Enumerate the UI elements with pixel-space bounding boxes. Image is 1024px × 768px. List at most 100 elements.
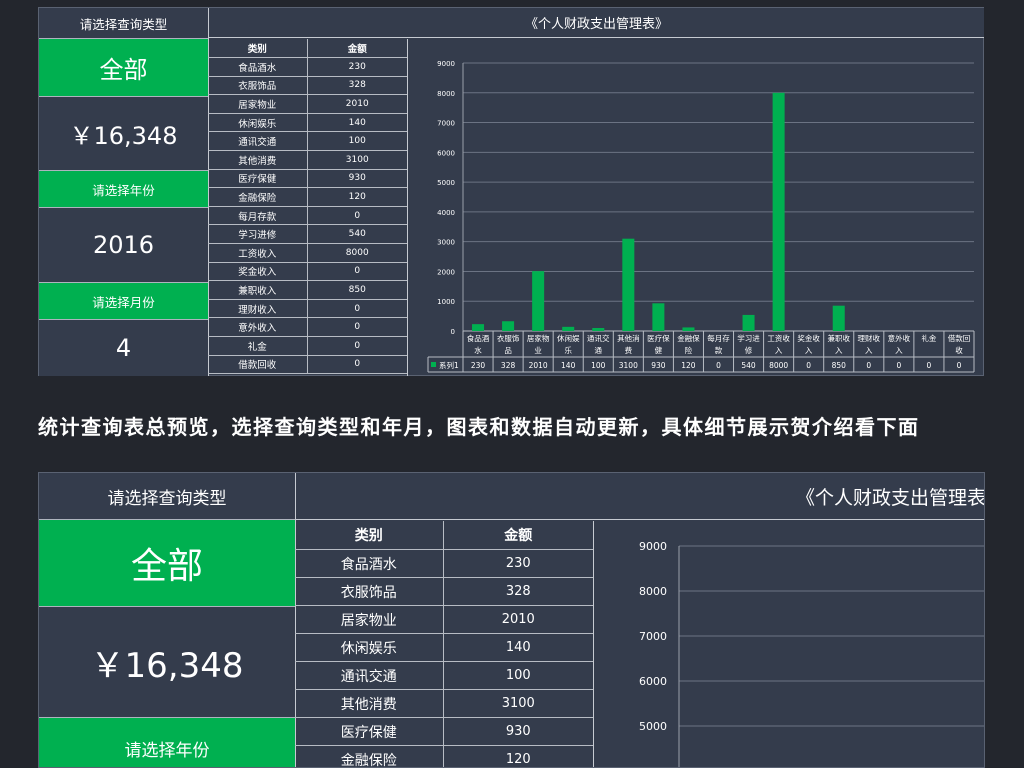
table-row: 通讯交通 100 — [295, 662, 593, 690]
table-row: 居家物业 2010 — [208, 95, 407, 114]
x-tick-label: 入 — [895, 346, 903, 355]
query-type-label: 请选择查询类型 — [39, 8, 208, 39]
table-row: 医疗保健 930 — [208, 169, 407, 189]
data-label: 3100 — [619, 361, 638, 370]
x-tick-label: 健 — [655, 345, 663, 355]
x-tick-label: 礼金 — [921, 333, 936, 343]
x-tick-label: 医疗保 — [647, 333, 670, 343]
header-amount: 金额 — [347, 44, 367, 55]
data-label: 930 — [651, 361, 666, 370]
bar — [682, 327, 695, 331]
x-tick-label: 款 — [715, 345, 723, 355]
x-tick-label: 学习进 — [737, 333, 760, 343]
amount-cell: 140 — [348, 117, 366, 128]
amount-cell: 120 — [505, 752, 531, 767]
category-cell: 理财收入 — [208, 299, 308, 318]
category-cell: 休闲娱乐 — [208, 113, 308, 132]
query-type-select-zoom[interactable]: 全部 — [39, 520, 295, 607]
category-cell: 衣服饰品 — [295, 578, 444, 605]
x-tick-label: 水 — [474, 345, 482, 355]
x-tick-label: 其他消 — [617, 333, 640, 343]
table-header: 类别 金额 — [208, 39, 407, 58]
y-tick-label: 5000 — [437, 179, 455, 187]
category-cell: 其他消费 — [208, 151, 308, 169]
month-select[interactable]: 4 — [39, 320, 208, 376]
amount-cell: 2010 — [345, 98, 369, 109]
x-tick-label: 乐 — [564, 345, 572, 355]
amount-cell: 0 — [354, 266, 361, 277]
table-row: 休闲娱乐 140 — [295, 634, 593, 662]
amount-cell: 100 — [348, 136, 366, 147]
query-type-select[interactable]: 全部 — [39, 39, 208, 97]
table-row: 衣服饰品 328 — [295, 578, 593, 606]
table-row: 学习进修 540 — [208, 225, 407, 244]
amount-cell: 850 — [348, 284, 366, 295]
month-label: 请选择月份 — [39, 283, 208, 320]
bar — [832, 305, 845, 331]
category-cell: 通讯交通 — [208, 132, 308, 150]
data-label: 0 — [806, 361, 811, 370]
x-tick-label: 品 — [504, 346, 512, 355]
data-label: 0 — [927, 361, 932, 370]
data-label: 0 — [957, 361, 962, 370]
data-label: 100 — [591, 361, 606, 370]
bar — [502, 321, 515, 331]
y-tick-label: 9000 — [639, 540, 667, 553]
bar — [772, 92, 785, 332]
header-category-zoom: 类别 — [295, 521, 444, 549]
amount-cell: 3100 — [345, 154, 369, 165]
data-label: 230 — [471, 361, 486, 370]
x-tick-label: 入 — [865, 346, 873, 355]
data-label: 0 — [716, 361, 721, 370]
year-select[interactable]: 2016 — [39, 208, 208, 283]
y-tick-label: 1000 — [437, 298, 455, 306]
category-cell: 借款回收 — [208, 355, 308, 374]
y-tick-label: 0 — [451, 328, 455, 336]
zoomed-dashboard-panel: 请选择查询类型 全部 ￥16,348 请选择年份 《个人财政支出管理表 类别 金… — [38, 472, 985, 768]
category-cell: 休闲娱乐 — [295, 634, 444, 661]
table-row: 休闲娱乐 140 — [208, 113, 407, 133]
category-cell: 金融保险 — [208, 188, 308, 206]
bar-chart-zoom: 9000 8000 7000 6000 5000 — [639, 540, 984, 767]
x-tick-label: 工资收 — [767, 333, 790, 343]
category-cell: 奖金收入 — [208, 262, 308, 281]
amount-cell: 140 — [505, 640, 531, 655]
x-tick-label: 金融保 — [677, 333, 700, 343]
x-tick-label: 入 — [835, 346, 843, 355]
table-row: 奖金收入 0 — [208, 262, 407, 282]
bar — [742, 314, 755, 331]
data-label: 850 — [832, 361, 847, 370]
category-cell: 金融保险 — [295, 746, 444, 767]
table-row: 借款回收 0 — [208, 355, 407, 375]
category-cell: 兼职收入 — [208, 281, 308, 299]
category-cell: 衣服饰品 — [208, 76, 308, 95]
caption-text: 统计查询表总预览，选择查询类型和年月，图表和数据自动更新，具体细节展示贺介绍看下… — [38, 415, 920, 439]
bar — [592, 328, 605, 331]
legend-swatch — [431, 362, 436, 367]
category-cell: 工资收入 — [208, 244, 308, 262]
table-row: 每月存款 0 — [208, 206, 407, 226]
amount-cell: 120 — [348, 191, 366, 202]
table-row: 其他消费 3100 — [295, 690, 593, 718]
bar — [652, 303, 665, 331]
year-label: 请选择年份 — [39, 171, 208, 208]
table-row: 居家物业 2010 — [295, 606, 593, 634]
page-title-zoom: 《个人财政支出管理表 — [296, 473, 984, 520]
y-tick-label: 7000 — [437, 120, 455, 128]
y-tick-label: 4000 — [437, 209, 455, 217]
x-tick-label: 险 — [685, 345, 693, 355]
header-category: 类别 — [208, 39, 308, 57]
x-tick-label: 每月存 — [707, 333, 730, 343]
table-row: 通讯交通 100 — [208, 132, 407, 151]
y-tick-label: 3000 — [437, 239, 455, 247]
amount-cell: 930 — [505, 724, 531, 739]
table-row: 兼职收入 850 — [208, 281, 407, 300]
category-cell: 学习进修 — [208, 225, 308, 243]
x-tick-label: 借款回 — [948, 333, 971, 343]
amount-cell: 8000 — [345, 247, 369, 258]
amount-cell: 540 — [348, 229, 366, 240]
bar — [562, 326, 575, 331]
table-row: 意外收入 0 — [208, 318, 407, 337]
category-cell: 通讯交通 — [295, 662, 444, 689]
x-tick-label: 费 — [625, 345, 633, 355]
